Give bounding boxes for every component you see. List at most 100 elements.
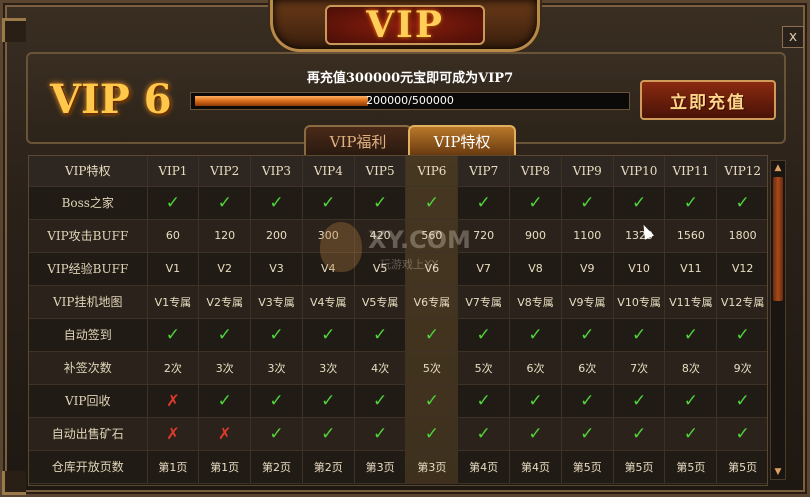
header-level-vip7: VIP7 [457, 156, 511, 187]
feature-name: VIP挂机地图 [29, 285, 148, 319]
table-cell: ✓ [250, 186, 303, 220]
check-icon: ✓ [476, 423, 491, 444]
table-cell: 60 [147, 219, 200, 253]
table-cell: 第2页 [250, 450, 303, 484]
table-cell: V9专属 [561, 285, 614, 319]
check-icon: ✓ [321, 192, 336, 213]
feature-name: Boss之家 [29, 186, 148, 220]
table-cell: 120 [198, 219, 252, 253]
header-level-vip6: VIP6 [405, 156, 459, 187]
scroll-down-arrow-icon[interactable]: ▼ [772, 466, 784, 478]
header-level-vip12: VIP12 [716, 156, 767, 187]
table-cell: ✓ [664, 417, 718, 451]
table-cell: V6专属 [405, 285, 459, 319]
table-cell: ✓ [664, 318, 718, 352]
table-cell: ✓ [302, 186, 355, 220]
table-cell: 9次 [716, 351, 767, 385]
check-icon: ✓ [165, 324, 181, 345]
table-cell: ✓ [457, 186, 511, 220]
check-icon: ✓ [683, 324, 698, 345]
table-cell: V4 [302, 252, 355, 286]
table-row: 自动出售矿石 ✗ ✗ ✓ ✓ ✓ ✓ ✓ ✓ ✓ ✓ ✓ ✓ [29, 417, 767, 451]
header-level-vip10: VIP10 [613, 156, 666, 187]
table-cell: ✓ [405, 186, 459, 220]
table-cell: ✓ [302, 417, 355, 451]
check-icon: ✓ [372, 192, 388, 213]
table-cell: 3次 [250, 351, 303, 385]
check-icon: ✓ [217, 324, 232, 345]
current-vip-level: VIP 6 [50, 76, 172, 123]
vip-progress-bar: 200000/500000 [190, 92, 630, 110]
check-icon: ✓ [269, 423, 284, 444]
check-icon: ✓ [372, 324, 388, 345]
table-cell: 1800 [716, 219, 767, 253]
table-row: 仓库开放页数 第1页 第1页 第2页 第2页 第3页 第3页 第4页 第4页 第5页 第5页 第5页第… [29, 450, 767, 484]
check-icon: ✓ [217, 390, 232, 411]
table-cell: 5次 [405, 351, 459, 385]
table-row: Boss之家 ✓ ✓ ✓ ✓ ✓ ✓ ✓ ✓ ✓ ✓ ✓ ✓ [29, 186, 767, 220]
title-plaque: VIP [270, 0, 540, 52]
check-icon: ✓ [528, 192, 543, 213]
table-row: VIP经验BUFF V1 V2 V3 V4 V5 V6 V7 V8 V9 V10 V11 V12 [29, 252, 767, 286]
table-cell: V9 [561, 252, 614, 286]
vip-progress-text: 200000/500000 [366, 94, 454, 107]
table-cell: V12 [716, 252, 767, 286]
table-cell: V6 [405, 252, 459, 286]
table-cell: 300 [302, 219, 355, 253]
window-title: VIP [366, 3, 444, 46]
check-icon: ✓ [683, 390, 698, 411]
check-icon: ✓ [631, 324, 647, 345]
tab-vip-benefits[interactable]: VIP福利 [304, 125, 412, 155]
table-row: VIP攻击BUFF 60 120 200 300 420 560 720 900 1100 1320… [29, 219, 767, 253]
check-icon: ✓ [580, 192, 595, 213]
table-row: 自动签到 ✓ ✓ ✓ ✓ ✓ ✓ ✓ ✓ ✓ ✓ ✓ ✓ [29, 318, 767, 352]
table-cell: 第1页 [198, 450, 252, 484]
table-cell: ✓ [198, 186, 252, 220]
table-cell: V2专属 [198, 285, 252, 319]
table-cell: 第5页 [613, 450, 666, 484]
table-cell: 1100 [561, 219, 614, 253]
table-cell: 3次 [198, 351, 252, 385]
scroll-thumb[interactable] [773, 177, 783, 301]
table-cell: V10专属 [613, 285, 666, 319]
table-cell: ✓ [561, 384, 614, 418]
recharge-tip: 再充值300000元宝即可成为VIP7 [306, 71, 514, 86]
check-icon: ✓ [528, 324, 543, 345]
table-row: VIP回收 ✗ ✓ ✓ ✓ ✓ ✓ ✓ ✓ ✓ ✓ ✓ ✓ [29, 384, 767, 418]
check-icon: ✓ [528, 423, 543, 444]
table-cell: ✓ [457, 417, 511, 451]
check-icon: ✓ [424, 423, 439, 444]
table-cell: ✓ [664, 186, 718, 220]
table-cell: 1560 [664, 219, 718, 253]
table-cell: ✓ [613, 318, 666, 352]
check-icon: ✓ [321, 423, 336, 444]
table-cell: ✓ [250, 417, 303, 451]
check-icon: ✓ [372, 390, 388, 411]
table-cell: 第3页 [354, 450, 407, 484]
table-cell: V11专属 [664, 285, 718, 319]
check-icon: ✓ [165, 192, 181, 213]
check-icon: ✓ [269, 390, 284, 411]
feature-name: 仓库开放页数 [29, 450, 148, 484]
table-cell: V8专属 [509, 285, 562, 319]
table-header-row: VIP特权 VIP1 VIP2 VIP3 VIP4 VIP5 VIP6 VIP7 VIP8 VIP… [29, 156, 767, 187]
close-button[interactable]: x [782, 26, 804, 48]
table-cell: ✓ [250, 318, 303, 352]
table-cell: 4次 [354, 351, 407, 385]
check-icon: ✓ [217, 192, 232, 213]
table-scrollbar[interactable]: ▲ ▼ [770, 160, 786, 480]
table-cell: 第4页 [457, 450, 511, 484]
recharge-now-button[interactable]: 立即充值 [640, 80, 776, 120]
tab-vip-privileges[interactable]: VIP特权 [408, 125, 516, 155]
table-cell: 第4页 [509, 450, 562, 484]
scroll-up-arrow-icon[interactable]: ▲ [772, 162, 784, 174]
table-cell: V12专属 [716, 285, 767, 319]
table-cell: ✓ [716, 417, 767, 451]
table-cell: V1专属 [147, 285, 200, 319]
check-icon: ✓ [683, 192, 698, 213]
table-cell: 560 [405, 219, 459, 253]
feature-name: VIP攻击BUFF [29, 219, 148, 253]
table-cell: 第2页 [302, 450, 355, 484]
feature-name: 自动出售矿石 [29, 417, 148, 451]
table-cell: V10 [613, 252, 666, 286]
